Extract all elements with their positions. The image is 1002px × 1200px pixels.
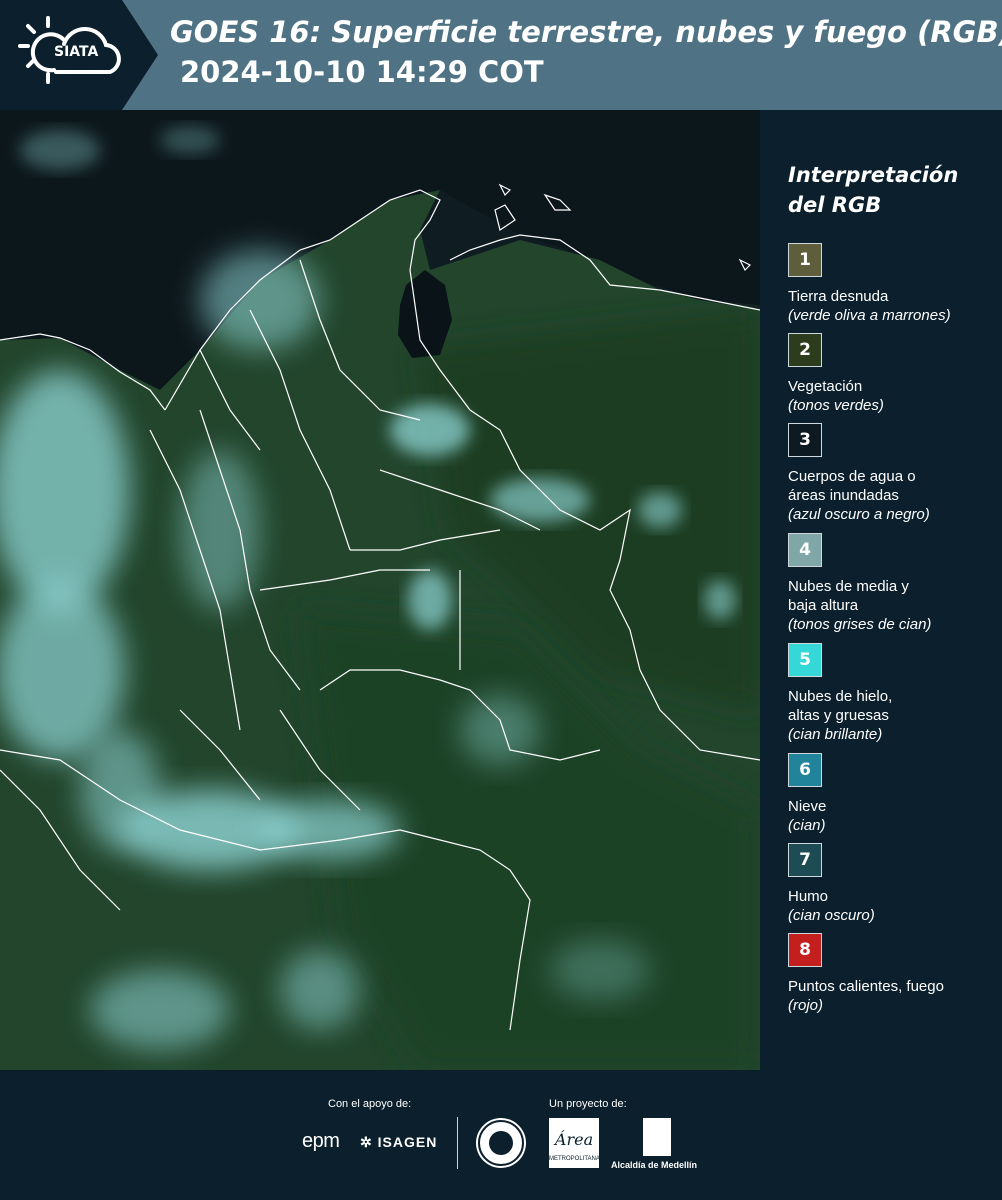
legend-title-line1: Interpretación: [788, 163, 959, 187]
legend-item-smoke: 7 Humo (cian oscuro): [788, 843, 998, 925]
medellin-crest-icon: [643, 1118, 671, 1156]
title-band: SIATA GOES 16: Superficie terrestre, nub…: [0, 0, 1002, 110]
medellin-label: Alcaldía de Medellín: [611, 1160, 698, 1170]
legend-swatch: 5: [788, 643, 822, 677]
legend-description: (tonos verdes): [788, 397, 884, 414]
satellite-map: [0, 110, 760, 1070]
legend-item-snow: 6 Nieve (cian): [788, 753, 998, 835]
legend-item-ice-clouds: 5 Nubes de hielo, altas y gruesas (cian …: [788, 643, 998, 744]
area-logo-subtitle: METROPOLITANA: [549, 1156, 600, 1162]
legend-item-bare-soil: 1 Tierra desnuda (verde oliva a marrones…: [788, 243, 998, 325]
legend-label: Nubes de hielo, altas y gruesas: [788, 688, 893, 724]
legend-label: Puntos calientes, fuego: [788, 978, 944, 995]
legend-description: (cian oscuro): [788, 907, 875, 924]
legend-title: Interpretación del RGB: [788, 160, 988, 220]
area-logo-text: Área: [554, 1130, 594, 1149]
legend-description: (azul oscuro a negro): [788, 506, 930, 523]
legend-description: (verde oliva a marrones): [788, 307, 951, 324]
legend-label: Cuerpos de agua o áreas inundadas: [788, 468, 916, 504]
legend-description: (cian): [788, 817, 826, 834]
epm-logo: epm: [302, 1130, 340, 1152]
university-seal-logo: [476, 1118, 526, 1168]
legend-item-mid-low-clouds: 4 Nubes de media y baja altura (tonos gr…: [788, 533, 998, 634]
project-label: Un proyecto de:: [549, 1098, 627, 1110]
logo-text: SIATA: [54, 44, 99, 60]
support-label: Con el apoyo de:: [328, 1098, 412, 1110]
legend-label: Vegetación: [788, 378, 863, 395]
isagen-star-icon: ✲: [360, 1134, 378, 1150]
legend-title-line2: del RGB: [788, 193, 882, 217]
header: SIATA GOES 16: Superficie terrestre, nub…: [0, 0, 1002, 110]
legend-label: Nieve: [788, 798, 827, 815]
legend-item-vegetation: 2 Vegetación (tonos verdes): [788, 333, 998, 415]
legend-swatch: 4: [788, 533, 822, 567]
legend-item-water: 3 Cuerpos de agua o áreas inundadas (azu…: [788, 423, 998, 524]
isagen-logo: ✲ ISAGEN: [360, 1134, 437, 1151]
legend-swatch: 8: [788, 933, 822, 967]
legend-description: (cian brillante): [788, 726, 883, 743]
timestamp: 2024-10-10 14:29 COT: [180, 55, 544, 89]
siata-logo: SIATA: [14, 12, 126, 94]
legend-panel: Interpretación del RGB 1 Tierra desnuda …: [760, 110, 1002, 1070]
legend-swatch: 6: [788, 753, 822, 787]
legend-label: Humo: [788, 888, 829, 905]
legend-description: (rojo): [788, 997, 824, 1014]
legend-item-hotspots: 8 Puntos calientes, fuego (rojo): [788, 933, 998, 1015]
legend-swatch: 1: [788, 243, 822, 277]
page-title: GOES 16: Superficie terrestre, nubes y f…: [170, 15, 1002, 49]
footer-divider: [457, 1117, 458, 1169]
satellite-image: [0, 110, 760, 1070]
legend-swatch: 2: [788, 333, 822, 367]
legend-swatch: 3: [788, 423, 822, 457]
footer: Con el apoyo de: Un proyecto de: epm ✲ I…: [0, 1070, 1002, 1200]
legend-description: (tonos grises de cian): [788, 616, 932, 633]
legend-swatch: 7: [788, 843, 822, 877]
legend-label: Nubes de media y baja altura: [788, 578, 909, 614]
isagen-label: ISAGEN: [377, 1134, 438, 1150]
legend-label: Tierra desnuda: [788, 288, 889, 305]
